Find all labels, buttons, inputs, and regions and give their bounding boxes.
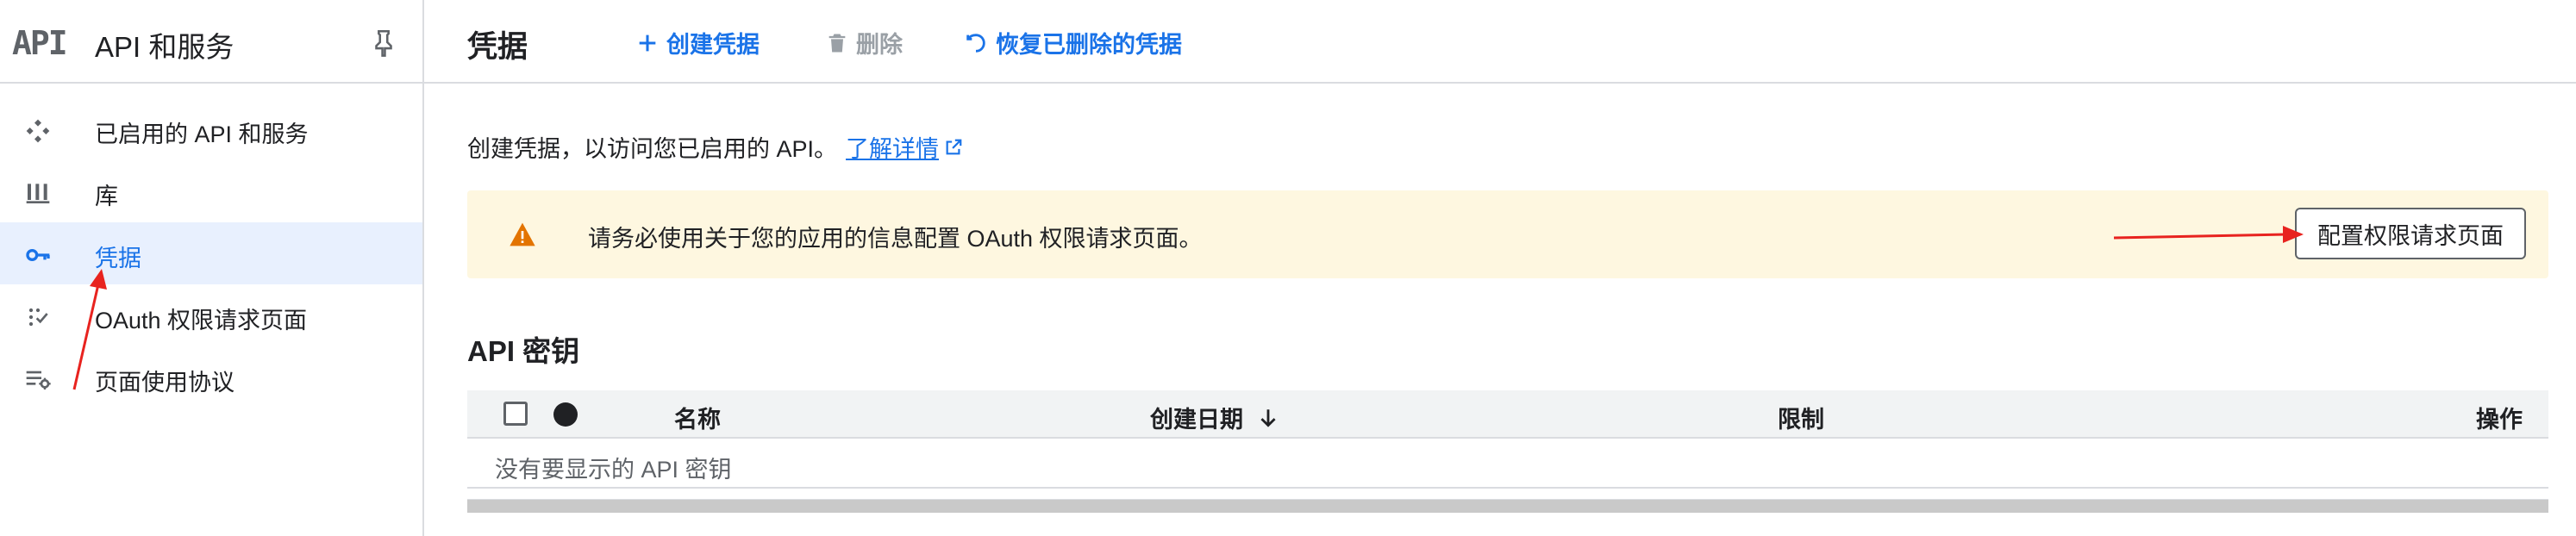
table-header: 名称 创建日期 限制 操作 (467, 390, 2548, 439)
status-column-icon (553, 402, 578, 427)
create-credentials-button[interactable]: 创建凭据 (635, 26, 760, 59)
intro: 创建凭据，以访问您已启用的 API。 了解详情 (467, 130, 963, 164)
sidebar-item-label: 凭据 (95, 246, 141, 271)
sidebar-header: API API 和服务 (0, 0, 422, 84)
pin-icon[interactable] (369, 28, 398, 57)
api-services-icon (24, 117, 52, 143)
empty-state-text: 没有要显示的 API 密钥 (495, 457, 732, 483)
sidebar-item-page-agreements[interactable]: 页面使用协议 (0, 346, 422, 408)
column-header-name[interactable]: 名称 (674, 401, 721, 434)
sidebar-item-enabled-apis[interactable]: 已启用的 API 和服务 (0, 98, 422, 160)
create-credentials-label: 创建凭据 (666, 32, 760, 58)
page-agreements-icon (24, 365, 52, 390)
column-header-created-label: 创建日期 (1150, 407, 1243, 433)
sidebar-item-label: OAuth 权限请求页面 (95, 308, 308, 333)
horizontal-scrollbar[interactable] (467, 499, 2548, 513)
warning-icon (509, 221, 536, 247)
page-title: 凭据 (467, 30, 528, 64)
column-header-restrictions[interactable]: 限制 (1778, 401, 1824, 434)
sort-arrow-down-icon (1260, 408, 1276, 427)
plus-icon (639, 34, 656, 51)
sidebar: API API 和服务 已启用的 API 和服务 库 凭据 OAuth 权限请求… (0, 0, 424, 536)
sidebar-nav: 已启用的 API 和服务 库 凭据 OAuth 权限请求页面 页面使用协议 (0, 98, 422, 408)
warning-banner: 请务必使用关于您的应用的信息配置 OAuth 权限请求页面。 配置权限请求页面 (467, 190, 2548, 278)
sidebar-title: API 和服务 (95, 31, 234, 63)
sidebar-item-oauth-consent[interactable]: OAuth 权限请求页面 (0, 284, 422, 346)
column-header-actions: 操作 (2476, 407, 2523, 433)
library-icon (24, 179, 52, 203)
configure-consent-screen-button[interactable]: 配置权限请求页面 (2295, 208, 2526, 259)
external-link-icon (946, 139, 962, 154)
api-keys-table: 名称 创建日期 限制 操作 没有要显示的 API 密钥 (467, 390, 2548, 513)
sidebar-item-library[interactable]: 库 (0, 160, 422, 222)
restore-deleted-credentials-button[interactable]: 恢复已删除的凭据 (963, 26, 1182, 59)
sidebar-item-label: 页面使用协议 (95, 370, 234, 396)
learn-more-label: 了解详情 (846, 136, 940, 162)
intro-text: 创建凭据，以访问您已启用的 API。 (467, 136, 838, 162)
learn-more-link[interactable]: 了解详情 (846, 130, 963, 164)
oauth-consent-icon (24, 303, 52, 327)
topbar: 凭据 创建凭据 删除 恢复已删除的凭据 (424, 0, 2576, 84)
main-content: 创建凭据，以访问您已启用的 API。 了解详情 请务必使用关于您的应用的信息配置… (424, 85, 2576, 536)
delete-label: 删除 (856, 32, 903, 58)
trash-icon (828, 34, 846, 52)
key-icon (24, 241, 52, 265)
restore-label: 恢复已删除的凭据 (996, 32, 1182, 58)
api-logo: API (12, 24, 68, 62)
sidebar-item-label: 库 (95, 184, 118, 209)
sidebar-item-label: 已启用的 API 和服务 (95, 122, 309, 147)
sidebar-item-credentials[interactable]: 凭据 (0, 222, 422, 284)
undo-icon (966, 33, 985, 53)
api-keys-title: API 密钥 (467, 335, 580, 367)
delete-button[interactable]: 删除 (825, 26, 903, 59)
select-all-checkbox[interactable] (503, 402, 528, 426)
banner-text: 请务必使用关于您的应用的信息配置 OAuth 权限请求页面。 (588, 226, 1203, 252)
column-header-created[interactable]: 创建日期 (1150, 401, 1279, 434)
table-row: 没有要显示的 API 密钥 (467, 439, 2548, 489)
